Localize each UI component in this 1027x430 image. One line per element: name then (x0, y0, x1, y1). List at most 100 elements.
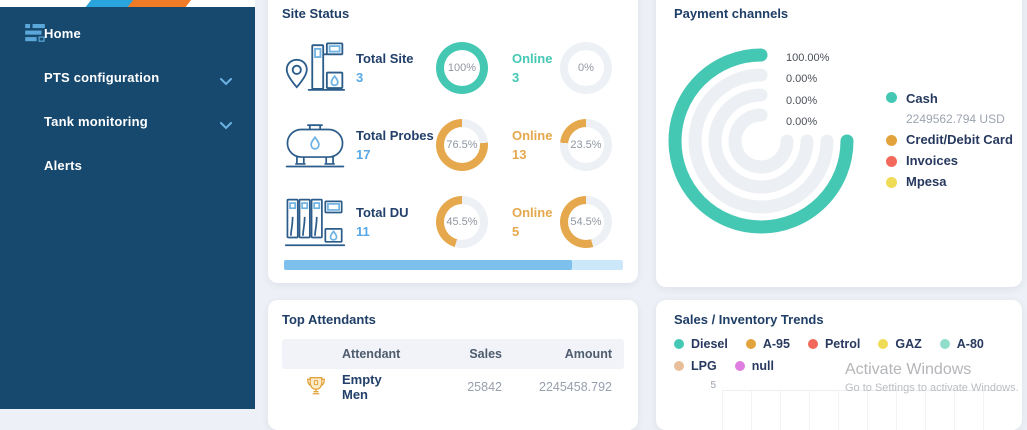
legend-item-lpg[interactable]: LPG (674, 359, 717, 373)
legend-item-petrol[interactable]: Petrol (808, 337, 860, 351)
legend-label: Mpesa (906, 175, 946, 189)
offline-percent-gauge: 54.5% (560, 196, 612, 248)
activate-windows-subtext: Go to Settings to activate Windows. (845, 382, 1019, 394)
legend-item-mpesa[interactable]: Mpesa (886, 175, 1013, 189)
legend-item-a80[interactable]: A-80 (940, 337, 984, 351)
legend-label: Credit/Debit Card (906, 133, 1013, 147)
ring-percent: 0.00% (786, 73, 829, 94)
legend-label: Petrol (825, 337, 860, 351)
gauge-label: 0% (560, 42, 612, 94)
sidebar-item-home[interactable]: Home (0, 11, 255, 55)
attendant-amount: 2245458.792 (502, 380, 612, 394)
legend-dot (808, 339, 818, 349)
payment-legend: Cash 2249562.794 USD Credit/Debit Card I… (886, 90, 1013, 189)
column-sales: Sales (402, 347, 502, 361)
ring-percent: 0.00% (786, 116, 829, 137)
table-header: Attendant Sales Amount (282, 339, 624, 369)
metric-label: Total Probes (356, 128, 436, 143)
online-label: Online (512, 128, 560, 143)
legend-label: A-80 (957, 337, 984, 351)
logo-strip (0, 0, 255, 7)
gauge-label: 54.5% (560, 196, 612, 248)
online-value: 13 (512, 147, 560, 162)
card-title: Payment channels (674, 6, 1004, 21)
offline-percent-gauge: 0% (560, 42, 612, 94)
metric-value: 17 (356, 147, 436, 162)
column-attendant: Attendant (294, 347, 402, 361)
card-title: Top Attendants (282, 312, 624, 327)
site-status-row-sites: Total Site 3 100% Online 3 0% (282, 29, 624, 106)
online-value: 5 (512, 224, 560, 239)
gauge-label: 76.5% (436, 119, 488, 171)
legend-dot (940, 339, 950, 349)
attendant-sales: 25842 (402, 380, 502, 394)
sidebar-item-label: Alerts (44, 158, 82, 173)
activate-windows-watermark: Activate Windows (845, 361, 971, 379)
ring-percent: 0.00% (786, 95, 829, 116)
sidebar-item-alerts[interactable]: Alerts (0, 143, 255, 187)
legend-label: GAZ (895, 337, 921, 351)
site-status-row-probes: Total Probes 17 76.5% Online 13 23.5% (282, 106, 624, 183)
metric-value: 11 (356, 224, 436, 239)
legend-label: Diesel (691, 337, 728, 351)
online-value: 3 (512, 70, 560, 85)
fuel-station-icon (282, 39, 348, 97)
legend-item-diesel[interactable]: Diesel (674, 337, 728, 351)
logo-swoosh-orange (122, 0, 196, 7)
legend-label: A-95 (763, 337, 790, 351)
top-attendants-card: Top Attendants Attendant Sales Amount Em… (268, 300, 638, 430)
sidebar-item-pts-configuration[interactable]: PTS configuration (0, 55, 255, 99)
metric-label: Total Site (356, 51, 436, 66)
site-status-rows: Total Site 3 100% Online 3 0% (282, 29, 624, 260)
y-axis-tick: 5 (702, 380, 716, 391)
legend-label: Cash (906, 91, 938, 106)
legend-item-a95[interactable]: A-95 (746, 337, 790, 351)
site-status-card: Site Status Total Site 3 (268, 0, 638, 283)
legend-dot (674, 361, 684, 371)
legend-label: null (752, 359, 774, 373)
payment-radial-chart (656, 0, 886, 256)
gauge-label: 23.5% (560, 119, 612, 171)
horizontal-scrollbar (284, 260, 623, 270)
online-label: Online (512, 51, 560, 66)
sidebar: Home PTS configuration Tank monitoring A… (0, 7, 255, 409)
legend-dot (886, 135, 897, 146)
sidebar-item-tank-monitoring[interactable]: Tank monitoring (0, 99, 255, 143)
legend-item-invoices[interactable]: Invoices (886, 154, 1013, 168)
legend-item-cash[interactable]: Cash 2249562.794 USD (886, 90, 1013, 126)
total-percent-gauge: 100% (436, 42, 488, 94)
chevron-down-icon[interactable] (220, 117, 232, 125)
payment-channels-card: Payment channels 100.00% 0.00% 0.00% 0.0… (656, 0, 1022, 287)
dashboard-icon (25, 24, 45, 42)
online-label: Online (512, 205, 560, 220)
legend-item-null[interactable]: null (735, 359, 774, 373)
legend-item-gaz[interactable]: GAZ (878, 337, 921, 351)
dispenser-icon (282, 194, 348, 250)
ring-percent: 100.00% (786, 52, 829, 73)
legend-dot (878, 339, 888, 349)
attendant-name: Empty Men (342, 372, 402, 402)
card-title: Sales / Inventory Trends (674, 312, 1004, 327)
metric-value: 3 (356, 70, 436, 85)
site-status-row-du: Total DU 11 45.5% Online 5 54.5% (282, 183, 624, 260)
sidebar-item-label: Home (44, 26, 81, 41)
metric-label: Total DU (356, 205, 436, 220)
legend-dot (746, 339, 756, 349)
card-title: Site Status (282, 6, 624, 21)
chevron-down-icon[interactable] (220, 73, 232, 81)
legend-dot (886, 92, 897, 103)
ring-percent-labels: 100.00% 0.00% 0.00% 0.00% (786, 52, 829, 137)
legend-amount: 2249562.794 USD (906, 112, 1005, 126)
trophy-icon (306, 376, 326, 398)
gauge-label: 100% (436, 42, 488, 94)
total-percent-gauge: 45.5% (436, 196, 488, 248)
scrollbar-thumb[interactable] (284, 260, 572, 270)
gauge-label: 45.5% (436, 196, 488, 248)
legend-dot (674, 339, 684, 349)
legend-item-credit-debit-card[interactable]: Credit/Debit Card (886, 133, 1013, 147)
fuel-tank-icon (282, 118, 348, 172)
table-row: Empty Men 25842 2245458.792 (282, 369, 624, 405)
legend-label: Invoices (906, 154, 958, 168)
sidebar-item-label: Tank monitoring (44, 114, 148, 129)
attendants-table: Attendant Sales Amount Empty Men 25842 2… (282, 339, 624, 405)
